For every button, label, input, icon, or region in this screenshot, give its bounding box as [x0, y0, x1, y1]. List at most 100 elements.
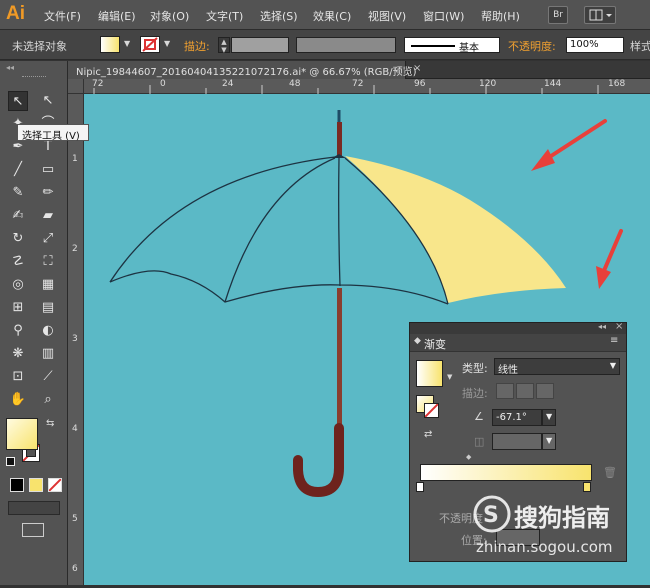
collapse-icon[interactable]: ◂◂ [6, 63, 14, 72]
opacity-label[interactable]: 不透明度: [508, 38, 556, 54]
blob-brush-icon[interactable]: ✍ [8, 206, 28, 226]
ruler-label: 48 [289, 79, 301, 89]
color-mode-button[interactable] [10, 478, 24, 492]
fill-swatch[interactable] [100, 36, 120, 53]
slice-icon[interactable]: ⟋ [38, 367, 58, 387]
direct-selection-icon[interactable]: ↖ [38, 91, 58, 111]
paintbrush-icon[interactable]: ✎ [8, 183, 28, 203]
stroke-within-icon[interactable] [496, 383, 514, 399]
ruler-label: 6 [72, 564, 78, 574]
menu-effect[interactable]: 效果(C) [313, 8, 351, 24]
close-icon[interactable]: × [615, 321, 623, 332]
zoom-icon[interactable]: ⌕ [38, 390, 58, 410]
stroke-stepper[interactable]: ▲ ▼ [218, 37, 230, 54]
menu-object[interactable]: 对象(O) [150, 8, 189, 24]
eraser-icon[interactable]: ▰ [38, 206, 58, 226]
artboard-icon[interactable]: ⊡ [8, 367, 28, 387]
drawing-modes[interactable] [8, 501, 60, 515]
grip-icon[interactable] [22, 76, 46, 78]
bridge-button[interactable]: Br [548, 6, 568, 24]
brush-definition-select[interactable]: 基本 [404, 37, 500, 54]
screen-mode-icon[interactable] [22, 523, 44, 537]
umbrella-handle [293, 423, 344, 498]
panel-menu-icon[interactable]: ≡ [610, 335, 618, 346]
line-icon[interactable]: ╱ [8, 160, 28, 180]
panel-titlebar[interactable]: ◂◂ × [410, 321, 626, 334]
panel-header: ◆ 渐变 ≡ [410, 334, 626, 352]
ruler-label: 3 [72, 334, 78, 344]
eyedropper-icon[interactable]: ⚲ [8, 321, 28, 341]
style-label[interactable]: 样式 [630, 38, 650, 54]
chevron-down-icon[interactable]: ▼ [124, 39, 130, 48]
stroke-weight-input[interactable] [231, 37, 289, 53]
symbol-sprayer-icon[interactable]: ❋ [8, 344, 28, 364]
annotation-arrow [546, 119, 607, 160]
stroke-across-icon[interactable] [536, 383, 554, 399]
rotate-icon[interactable]: ↻ [8, 229, 28, 249]
stroke-along-icon[interactable] [516, 383, 534, 399]
opacity-input[interactable]: 100% [566, 37, 624, 53]
sogou-watermark: S 搜狗指南 zhinan.sogou.com [472, 494, 632, 564]
swap-colors-icon[interactable]: ⇆ [46, 418, 54, 429]
menu-view[interactable]: 视图(V) [368, 8, 406, 24]
close-icon[interactable]: × [413, 63, 421, 74]
variable-width-profile[interactable] [296, 37, 396, 53]
none-mode-button[interactable] [48, 478, 62, 492]
warp-icon[interactable]: ☡ [8, 252, 28, 272]
fill-color-box[interactable] [6, 418, 38, 450]
mesh-icon[interactable]: ⊞ [8, 298, 28, 318]
hand-icon[interactable]: ✋ [8, 390, 28, 410]
ruler-corner[interactable] [68, 79, 84, 94]
gradient-mode-button[interactable] [29, 478, 43, 492]
ruler-label: 72 [352, 79, 364, 89]
umbrella-tip-top [337, 122, 342, 156]
document-tab[interactable]: Nipic_19844607_20160404135221072176.ai* … [68, 61, 417, 79]
watermark-brand: 搜狗指南 [514, 504, 610, 532]
stroke-indicator[interactable] [424, 403, 439, 418]
gradient-icon[interactable]: ▤ [38, 298, 58, 318]
scale-icon[interactable]: ⤢ [38, 229, 58, 249]
menu-bar: Ai 文件(F) 编辑(E) 对象(O) 文字(T) 选择(S) 效果(C) 视… [0, 0, 650, 30]
menu-select[interactable]: 选择(S) [260, 8, 298, 24]
graph-icon[interactable]: ▥ [38, 344, 58, 364]
gradient-slider[interactable] [420, 464, 592, 481]
menu-window[interactable]: 窗口(W) [423, 8, 464, 24]
gradient-preview[interactable] [416, 360, 443, 387]
midpoint-icon[interactable]: ◆ [466, 453, 471, 461]
sort-icon[interactable]: ◆ [414, 336, 421, 346]
menu-edit[interactable]: 编辑(E) [98, 8, 136, 24]
menu-type[interactable]: 文字(T) [206, 8, 243, 24]
trash-icon[interactable]: 🗑 [603, 466, 617, 479]
gradient-stop-end[interactable] [583, 482, 591, 492]
horizontal-ruler[interactable]: 72 0 24 48 72 96 120 144 168 [84, 79, 650, 94]
angle-input[interactable]: -67.1° [492, 409, 542, 426]
vertical-ruler[interactable]: 1 2 3 4 5 6 [68, 94, 84, 585]
rectangle-icon[interactable]: ▭ [38, 160, 58, 180]
stroke-swatch[interactable] [140, 36, 160, 53]
blend-icon[interactable]: ◐ [38, 321, 58, 341]
selection-icon[interactable]: ↖ [8, 91, 28, 111]
perspective-icon[interactable]: ▦ [38, 275, 58, 295]
selection-status: 未选择对象 [12, 40, 67, 53]
aspect-ratio-input[interactable] [492, 433, 542, 450]
workspace-switcher-button[interactable] [584, 6, 616, 24]
collapse-icon[interactable]: ◂◂ [598, 322, 606, 331]
chevron-down-icon[interactable]: ▼ [542, 433, 556, 450]
stroke-label[interactable]: 描边: [184, 38, 210, 54]
menu-help[interactable]: 帮助(H) [481, 8, 520, 24]
reverse-gradient-icon[interactable]: ⇄ [424, 429, 432, 440]
ruler-ticks [93, 85, 599, 94]
no-stroke-icon [424, 403, 439, 418]
chevron-down-icon[interactable]: ▼ [447, 373, 452, 381]
chevron-down-icon[interactable]: ▼ [164, 39, 170, 48]
panel-title[interactable]: 渐变 [424, 336, 446, 352]
free-transform-icon[interactable]: ⛶ [38, 252, 58, 272]
gradient-type-select[interactable]: 线性 ▼ [494, 358, 620, 376]
menu-file[interactable]: 文件(F) [44, 8, 81, 24]
default-colors-icon[interactable] [6, 457, 15, 466]
pencil-icon[interactable]: ✏ [38, 183, 58, 203]
shape-builder-icon[interactable]: ◎ [8, 275, 28, 295]
chevron-down-icon[interactable]: ▼ [542, 409, 556, 426]
gradient-stop-start[interactable] [416, 482, 424, 492]
umbrella-shaft [337, 288, 342, 428]
